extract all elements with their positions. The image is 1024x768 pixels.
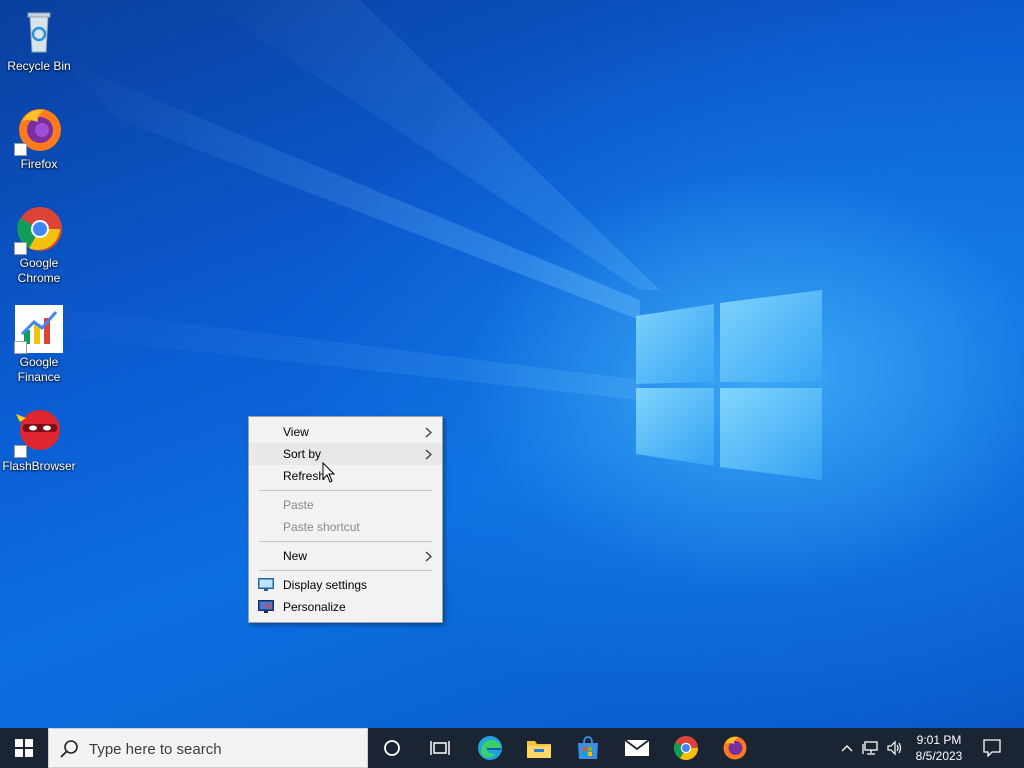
- action-center-button[interactable]: [974, 728, 1010, 768]
- microsoft-store-icon: [578, 736, 598, 759]
- menu-item-label: Refresh: [283, 469, 326, 483]
- menu-item-refresh[interactable]: Refresh: [249, 465, 442, 487]
- desktop-icon-label: Firefox: [20, 157, 58, 171]
- shortcut-arrow-icon: [14, 242, 27, 255]
- chevron-up-icon: [841, 745, 853, 752]
- mouse-cursor-icon: [322, 462, 336, 483]
- cortana-icon: [384, 740, 400, 756]
- google-finance-icon: [14, 304, 64, 354]
- menu-item-personalize[interactable]: Personalize: [249, 596, 442, 618]
- mail-icon: [624, 739, 650, 756]
- task-view-icon: [430, 741, 450, 755]
- network-button[interactable]: [860, 728, 882, 768]
- volume-icon: [887, 740, 902, 756]
- menu-item-paste[interactable]: Paste: [249, 494, 442, 516]
- chevron-right-icon: [425, 427, 432, 438]
- search-placeholder: Type here to search: [89, 741, 222, 758]
- taskbar: Type here to search 9:01 PM 8/5/2023: [0, 728, 1024, 768]
- display-settings-icon: [258, 578, 274, 591]
- desktop-icon-label: Google Chrome: [17, 256, 61, 285]
- wallpaper-light-beams: [0, 0, 660, 400]
- show-hidden-icons-button[interactable]: [838, 728, 856, 768]
- chevron-right-icon: [425, 449, 432, 460]
- menu-item-label: Paste shortcut: [283, 520, 360, 534]
- desktop-icon-google-chrome[interactable]: Google Chrome: [0, 205, 78, 286]
- shortcut-arrow-icon: [14, 143, 27, 156]
- menu-item-label: New: [283, 549, 308, 563]
- shortcut-arrow-icon: [14, 445, 27, 458]
- firefox-icon: [723, 736, 747, 760]
- menu-item-new[interactable]: New: [249, 545, 442, 567]
- desktop-icon-google-finance[interactable]: Google Finance: [0, 304, 78, 385]
- menu-item-label: View: [283, 425, 309, 439]
- taskbar-firefox[interactable]: [711, 728, 759, 768]
- windows-start-icon: [15, 739, 33, 757]
- desktop[interactable]: Recycle Bin Firefox Google Chrome Google…: [0, 0, 1024, 728]
- desktop-icon-label: Recycle Bin: [7, 59, 71, 73]
- taskbar-chrome[interactable]: [662, 728, 710, 768]
- menu-separator: [259, 490, 432, 491]
- windows-logo: [636, 290, 822, 480]
- menu-item-label: Sort by: [283, 447, 322, 461]
- personalize-icon: [258, 600, 274, 613]
- chrome-icon: [14, 205, 64, 255]
- cortana-button[interactable]: [368, 728, 416, 768]
- taskbar-edge[interactable]: [466, 728, 514, 768]
- file-explorer-icon: [527, 741, 551, 758]
- desktop-icon-firefox[interactable]: Firefox: [0, 106, 78, 172]
- volume-button[interactable]: [884, 728, 906, 768]
- menu-separator: [259, 541, 432, 542]
- network-icon: [862, 741, 878, 755]
- start-button[interactable]: [0, 728, 48, 768]
- flashbrowser-icon: [14, 408, 64, 458]
- desktop-context-menu: View Sort by Refresh Paste Paste shortcu…: [248, 416, 443, 623]
- firefox-icon: [14, 106, 64, 156]
- recycle-bin-icon: [14, 8, 64, 58]
- chevron-right-icon: [425, 551, 432, 562]
- taskbar-clock[interactable]: 9:01 PM 8/5/2023: [906, 732, 972, 764]
- menu-item-display-settings[interactable]: Display settings: [249, 574, 442, 596]
- taskbar-file-explorer[interactable]: [515, 728, 563, 768]
- menu-item-sort-by[interactable]: Sort by: [249, 443, 442, 465]
- shortcut-arrow-icon: [14, 341, 27, 354]
- taskbar-mail[interactable]: [613, 728, 661, 768]
- edge-icon: [478, 736, 502, 760]
- menu-item-paste-shortcut[interactable]: Paste shortcut: [249, 516, 442, 538]
- chrome-icon: [673, 736, 698, 761]
- notification-icon: [983, 739, 1001, 757]
- menu-item-label: Paste: [283, 498, 314, 512]
- desktop-icon-flashbrowser[interactable]: FlashBrowser: [0, 408, 78, 474]
- search-icon: [60, 740, 78, 758]
- clock-date: 8/5/2023: [915, 749, 963, 763]
- menu-item-view[interactable]: View: [249, 421, 442, 443]
- taskbar-microsoft-store[interactable]: [564, 728, 612, 768]
- desktop-icon-label: Google Finance: [17, 355, 61, 384]
- desktop-icon-label: FlashBrowser: [2, 459, 76, 473]
- menu-separator: [259, 570, 432, 571]
- menu-item-label: Personalize: [283, 600, 346, 614]
- desktop-icon-recycle-bin[interactable]: Recycle Bin: [0, 8, 78, 74]
- task-view-button[interactable]: [416, 728, 464, 768]
- menu-item-label: Display settings: [283, 578, 368, 592]
- taskbar-search-box[interactable]: Type here to search: [48, 728, 368, 768]
- clock-time: 9:01 PM: [916, 733, 962, 747]
